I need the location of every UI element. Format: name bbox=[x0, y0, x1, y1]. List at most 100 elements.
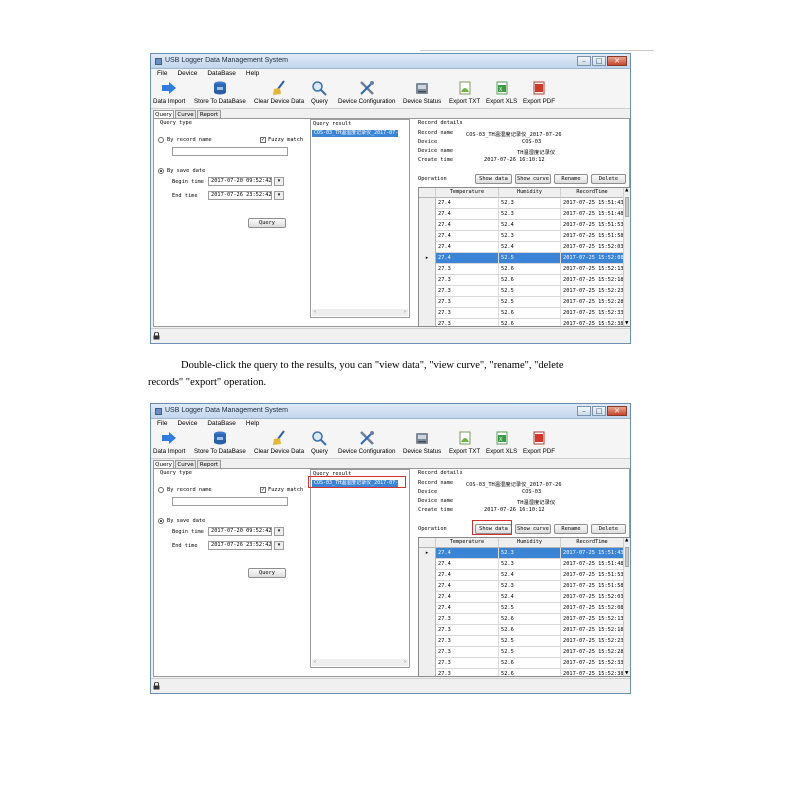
scroll-down-icon[interactable]: ▼ bbox=[625, 321, 628, 326]
scroll-right-icon[interactable]: › bbox=[404, 309, 406, 316]
table-row[interactable]: 27.4 52.4 2017-07-25 15:51:53 bbox=[419, 220, 624, 231]
horizontal-scrollbar[interactable]: ‹ › bbox=[312, 659, 408, 666]
table-row[interactable]: 27.4 52.4 2017-07-25 15:51:53 bbox=[419, 570, 624, 581]
row-header[interactable] bbox=[419, 559, 436, 570]
minimize-button[interactable]: – bbox=[577, 406, 591, 416]
row-header[interactable] bbox=[419, 592, 436, 603]
table-row[interactable]: ▸ 27.4 52.5 2017-07-25 15:52:08 bbox=[419, 253, 624, 264]
end-time-input[interactable]: 2017-07-26 23:52:42 bbox=[208, 191, 272, 200]
table-row[interactable]: 27.4 52.3 2017-07-25 15:51:48 bbox=[419, 559, 624, 570]
row-header[interactable] bbox=[419, 198, 436, 209]
query-button[interactable]: Query bbox=[248, 218, 286, 228]
row-header[interactable] bbox=[419, 669, 436, 676]
maximize-button[interactable]: □ bbox=[592, 56, 606, 66]
data-grid[interactable]: Temperature Humidity RecordTime 27.4 52.3… bbox=[418, 187, 630, 327]
export-txt-button[interactable]: Export TXT bbox=[449, 80, 480, 105]
begin-time-dropdown[interactable]: ▾ bbox=[274, 177, 284, 186]
col-temperature[interactable]: Temperature bbox=[436, 538, 499, 548]
col-recordtime[interactable]: RecordTime bbox=[561, 188, 624, 198]
show-curve-button[interactable]: Show curve bbox=[515, 524, 551, 534]
rename-button[interactable]: Rename bbox=[554, 174, 588, 184]
scroll-down-icon[interactable]: ▼ bbox=[625, 671, 628, 676]
menu-database[interactable]: DataBase bbox=[207, 69, 236, 79]
horizontal-scrollbar[interactable]: ‹ › bbox=[312, 309, 408, 316]
table-row[interactable]: 27.4 52.3 2017-07-25 15:51:43 bbox=[419, 198, 624, 209]
menu-device[interactable]: Device bbox=[177, 419, 197, 429]
col-humidity[interactable]: Humidity bbox=[499, 538, 561, 548]
device-status-button[interactable]: Device Status bbox=[403, 80, 441, 105]
end-time-dropdown[interactable]: ▾ bbox=[274, 191, 284, 200]
menu-file[interactable]: File bbox=[157, 419, 167, 429]
row-header[interactable] bbox=[419, 275, 436, 286]
end-time-input[interactable]: 2017-07-26 23:52:42 bbox=[208, 541, 272, 550]
export-xls-button[interactable]: X Export XLS bbox=[486, 430, 517, 455]
export-pdf-button[interactable]: Export PDF bbox=[523, 80, 555, 105]
scroll-up-icon[interactable]: ▲ bbox=[625, 188, 628, 193]
show-data-button[interactable]: Show data bbox=[475, 174, 512, 184]
close-button[interactable]: ✕ bbox=[607, 56, 627, 66]
device-configuration-button[interactable]: Device Configuration bbox=[338, 80, 395, 105]
delete-button[interactable]: Delete bbox=[591, 174, 626, 184]
scroll-up-icon[interactable]: ▲ bbox=[625, 538, 628, 543]
device-status-button[interactable]: Device Status bbox=[403, 430, 441, 455]
scroll-left-icon[interactable]: ‹ bbox=[314, 309, 316, 316]
show-curve-button[interactable]: Show curve bbox=[515, 174, 551, 184]
table-row[interactable]: 27.3 52.6 2017-07-25 15:52:13 bbox=[419, 614, 624, 625]
scroll-thumb[interactable] bbox=[625, 197, 629, 217]
row-header[interactable] bbox=[419, 658, 436, 669]
begin-time-input[interactable]: 2017-07-20 09:52:42 bbox=[208, 527, 272, 536]
menu-database[interactable]: DataBase bbox=[207, 419, 236, 429]
table-row[interactable]: 27.4 52.3 2017-07-25 15:51:58 bbox=[419, 581, 624, 592]
row-header[interactable] bbox=[419, 264, 436, 275]
menu-help[interactable]: Help bbox=[246, 419, 259, 429]
device-configuration-button[interactable]: Device Configuration bbox=[338, 430, 395, 455]
table-row[interactable]: 27.3 52.5 2017-07-25 15:52:28 bbox=[419, 647, 624, 658]
export-pdf-button[interactable]: Export PDF bbox=[523, 430, 555, 455]
row-header[interactable] bbox=[419, 297, 436, 308]
table-row[interactable]: 27.4 52.4 2017-07-25 15:52:03 bbox=[419, 592, 624, 603]
fuzzy-match-checkbox[interactable]: ✓ bbox=[260, 487, 266, 493]
query-button-toolbar[interactable]: Query bbox=[311, 80, 328, 105]
table-row[interactable]: 27.4 52.3 2017-07-25 15:51:48 bbox=[419, 209, 624, 220]
store-to-database-button[interactable]: Store To DataBase bbox=[194, 80, 246, 105]
table-row[interactable]: 27.3 52.6 2017-07-25 15:52:18 bbox=[419, 625, 624, 636]
menu-file[interactable]: File bbox=[157, 69, 167, 79]
table-row[interactable]: 27.3 52.6 2017-07-25 15:52:18 bbox=[419, 275, 624, 286]
store-to-database-button[interactable]: Store To DataBase bbox=[194, 430, 246, 455]
query-result-list[interactable]: Query result COS-03_TH温湿度记录仪_2017-07-26 … bbox=[310, 469, 410, 668]
query-button-toolbar[interactable]: Query bbox=[311, 430, 328, 455]
maximize-button[interactable]: □ bbox=[592, 406, 606, 416]
row-header[interactable] bbox=[419, 636, 436, 647]
table-row[interactable]: 27.4 52.5 2017-07-25 15:52:08 bbox=[419, 603, 624, 614]
col-humidity[interactable]: Humidity bbox=[499, 188, 561, 198]
menu-help[interactable]: Help bbox=[246, 69, 259, 79]
table-row[interactable]: 27.3 52.6 2017-07-25 15:52:33 bbox=[419, 308, 624, 319]
row-header[interactable] bbox=[419, 603, 436, 614]
by-save-date-radio[interactable] bbox=[158, 168, 164, 174]
menu-device[interactable]: Device bbox=[177, 69, 197, 79]
row-header[interactable] bbox=[419, 209, 436, 220]
by-save-date-radio[interactable] bbox=[158, 518, 164, 524]
minimize-button[interactable]: – bbox=[577, 56, 591, 66]
table-row[interactable]: 27.4 52.4 2017-07-25 15:52:03 bbox=[419, 242, 624, 253]
query-button[interactable]: Query bbox=[248, 568, 286, 578]
table-row[interactable]: 27.3 52.6 2017-07-25 15:52:33 bbox=[419, 658, 624, 669]
vertical-scrollbar[interactable]: ▲ ▼ bbox=[623, 538, 630, 676]
export-txt-button[interactable]: Export TXT bbox=[449, 430, 480, 455]
by-record-name-radio[interactable] bbox=[158, 487, 164, 493]
row-header[interactable] bbox=[419, 231, 436, 242]
table-row[interactable]: ▸ 27.4 52.3 2017-07-25 15:51:43 bbox=[419, 548, 624, 559]
scroll-left-icon[interactable]: ‹ bbox=[314, 659, 316, 666]
row-header[interactable] bbox=[419, 647, 436, 658]
close-button[interactable]: ✕ bbox=[607, 406, 627, 416]
row-header[interactable] bbox=[419, 242, 436, 253]
scroll-thumb[interactable] bbox=[625, 547, 629, 567]
query-result-item[interactable]: COS-03_TH温湿度记录仪_2017-07-26 bbox=[312, 130, 398, 137]
col-temperature[interactable]: Temperature bbox=[436, 188, 499, 198]
data-import-button[interactable]: Data Import bbox=[153, 430, 185, 455]
record-name-input[interactable] bbox=[172, 497, 288, 506]
table-row[interactable]: 27.3 52.5 2017-07-25 15:52:23 bbox=[419, 636, 624, 647]
rename-button[interactable]: Rename bbox=[554, 524, 588, 534]
row-header[interactable] bbox=[419, 625, 436, 636]
fuzzy-match-checkbox[interactable]: ✓ bbox=[260, 137, 266, 143]
